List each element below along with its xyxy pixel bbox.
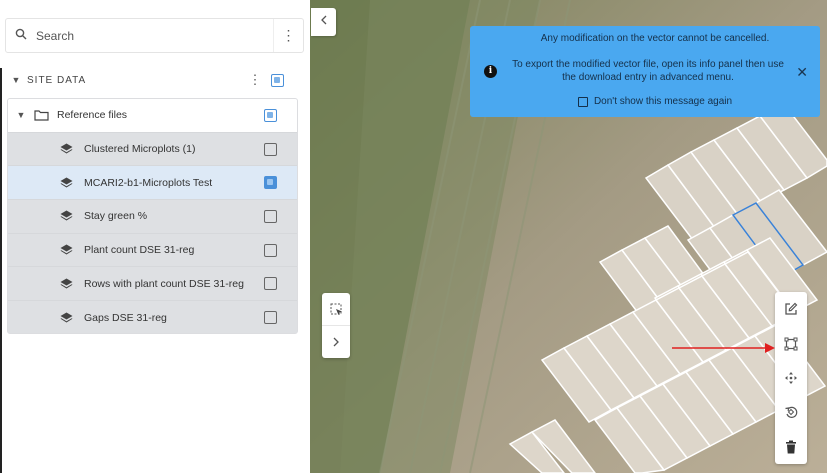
bounding-box-icon — [784, 337, 798, 351]
rotate-button[interactable] — [775, 395, 807, 429]
layer-label: Plant count DSE 31-reg — [84, 244, 195, 257]
search-box[interactable]: ⋮ — [5, 18, 304, 53]
layer-item[interactable]: Rows with plant count DSE 31-reg — [8, 267, 297, 302]
layer-label: Clustered Microplots (1) — [84, 143, 196, 156]
more-vertical-icon[interactable]: ⋮ — [273, 19, 303, 52]
banner-line-2: To export the modified vector file, open… — [512, 59, 784, 83]
delete-icon — [786, 440, 796, 454]
layers-icon — [60, 312, 76, 324]
chevron-left-icon — [320, 15, 326, 25]
layers-icon — [60, 143, 76, 155]
checkbox-box[interactable] — [577, 96, 588, 107]
dont-show-label: Don't show this message again — [593, 96, 733, 107]
more-vertical-icon[interactable]: ⋮ — [245, 72, 265, 88]
layer-item-selected[interactable]: MCARI2-b1-Microplots Test — [8, 166, 297, 201]
layers-icon — [60, 210, 76, 222]
layer-label: MCARI2-b1-Microplots Test — [84, 176, 213, 189]
layer-item[interactable]: Plant count DSE 31-reg — [8, 233, 297, 268]
rotate-icon — [785, 407, 798, 419]
layer-item[interactable]: Clustered Microplots (1) — [8, 132, 297, 167]
box-select-icon — [330, 303, 342, 315]
layer-label: Stay green % — [84, 210, 148, 223]
chevron-down-icon[interactable]: ▼ — [8, 110, 34, 120]
search-icon — [6, 28, 36, 43]
layer-checkbox[interactable] — [264, 176, 277, 190]
box-select-button[interactable] — [322, 293, 350, 325]
layer-item[interactable]: Stay green % — [8, 200, 297, 234]
folder-checkbox[interactable] — [264, 108, 277, 122]
layer-tree: ▼ Reference files Clustered Microplots (… — [7, 98, 298, 334]
folder-reference-files[interactable]: ▼ Reference files — [8, 99, 297, 133]
banner-line-1: Any modification on the vector cannot be… — [540, 33, 770, 44]
panel-edge-divider — [0, 68, 2, 473]
layer-checkbox[interactable] — [264, 142, 277, 156]
info-banner: Any modification on the vector cannot be… — [470, 26, 820, 117]
left-panel: ⋮ ▼ SITE DATA ⋮ ▼ Reference files Cluste… — [0, 0, 310, 473]
layer-checkbox[interactable] — [264, 243, 277, 257]
edit-button[interactable] — [775, 292, 807, 326]
move-icon — [785, 371, 797, 384]
layer-item[interactable]: Gaps DSE 31-reg — [8, 301, 297, 333]
layer-checkbox[interactable] — [264, 311, 277, 325]
bounding-box-button[interactable] — [775, 326, 807, 360]
layers-icon — [60, 177, 76, 189]
layer-label: Gaps DSE 31-reg — [84, 311, 167, 324]
vector-edit-toolbar — [775, 292, 807, 464]
chevron-down-icon[interactable]: ▼ — [5, 75, 27, 85]
move-button[interactable] — [775, 361, 807, 395]
layers-icon — [60, 278, 76, 290]
site-data-label: SITE DATA — [27, 74, 87, 86]
layer-label: Rows with plant count DSE 31-reg — [84, 277, 244, 290]
expand-tools-button[interactable] — [322, 325, 350, 357]
map-tool-group — [322, 293, 350, 358]
layers-icon — [60, 244, 76, 256]
dont-show-again-checkbox[interactable]: Don't show this message again — [470, 96, 820, 107]
layer-checkbox[interactable] — [264, 209, 277, 223]
search-input[interactable] — [36, 28, 273, 43]
close-icon[interactable]: ✕ — [796, 64, 808, 81]
site-data-checkbox[interactable] — [271, 73, 284, 87]
chevron-right-icon — [333, 337, 339, 346]
folder-label: Reference files — [57, 109, 128, 122]
delete-button[interactable] — [775, 430, 807, 464]
site-data-header[interactable]: ▼ SITE DATA ⋮ — [5, 66, 304, 94]
folder-icon — [34, 109, 50, 121]
edit-icon — [785, 302, 798, 315]
info-icon: i — [484, 65, 497, 78]
layer-checkbox[interactable] — [264, 277, 277, 291]
collapse-panel-button[interactable] — [311, 8, 336, 36]
annotation-arrow — [672, 343, 775, 353]
